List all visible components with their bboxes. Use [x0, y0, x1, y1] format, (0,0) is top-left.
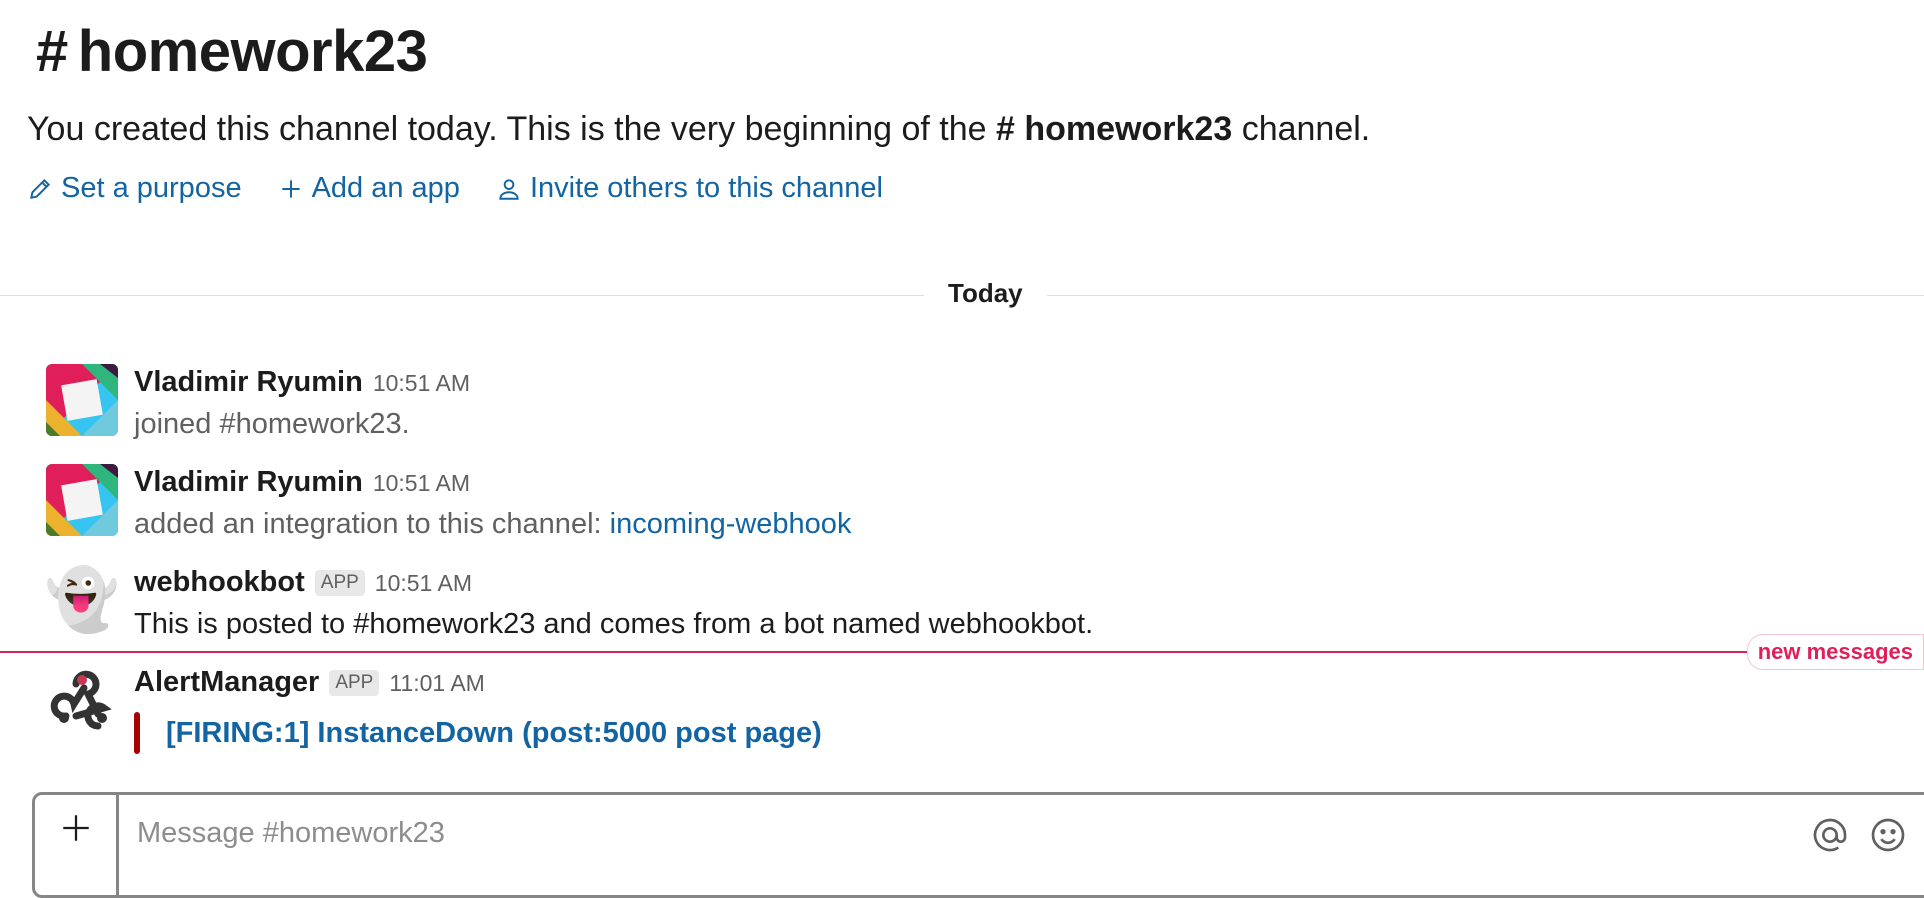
channel-actions: Set a purpose Add an app Invite others t… [27, 172, 883, 205]
avatar[interactable] [46, 364, 118, 436]
message-text-prefix: added an integration to this channel: [134, 508, 602, 540]
channel-title: # homework23 [36, 18, 428, 85]
message-text: added an integration to this channel: in… [134, 508, 851, 541]
ghost-icon: 👻 [46, 566, 118, 633]
slack-default-avatar-icon [46, 364, 118, 436]
timestamp[interactable]: 11:01 AM [389, 670, 484, 697]
avatar[interactable]: 👻 [46, 564, 118, 636]
user-icon [499, 178, 519, 200]
plus-icon [281, 179, 300, 198]
add-app-button[interactable]: Add an app [278, 172, 460, 205]
app-badge: APP [314, 570, 365, 596]
set-purpose-button[interactable]: Set a purpose [27, 172, 242, 205]
avatar[interactable] [46, 664, 118, 736]
avatar[interactable] [46, 464, 118, 536]
attachment-title-link[interactable]: [FIRING:1] InstanceDown (post:5000 post … [166, 717, 822, 750]
message-text: joined #homework23. [134, 408, 410, 440]
new-messages-divider [0, 651, 1924, 653]
timestamp[interactable]: 10:51 AM [373, 470, 470, 497]
attach-button[interactable] [35, 795, 119, 895]
invite-label: Invite others to this channel [529, 172, 883, 204]
alert-attachment: [FIRING:1] InstanceDown (post:5000 post … [134, 712, 822, 754]
emoji-icon[interactable] [1868, 815, 1908, 855]
message-input[interactable]: Message #homework23 [137, 817, 1737, 850]
sender-name[interactable]: AlertManager [134, 666, 319, 699]
sender-name[interactable]: Vladimir Ryumin [134, 366, 363, 399]
pencil-icon [30, 178, 51, 199]
mention-icon[interactable] [1810, 815, 1850, 855]
attachment-color-bar [134, 712, 140, 754]
intro-suffix: channel. [1241, 110, 1371, 148]
message-composer: Message #homework23 [32, 792, 1924, 898]
sender-name[interactable]: webhookbot [134, 566, 305, 599]
plus-icon [62, 815, 89, 841]
timestamp[interactable]: 10:51 AM [375, 570, 472, 597]
webhook-icon [50, 670, 112, 730]
channel-hash: # [36, 19, 68, 84]
day-divider-label: Today [924, 278, 1047, 309]
app-badge: APP [329, 670, 380, 696]
intro-channel-ref: # homework23 [996, 110, 1233, 148]
sender-name[interactable]: Vladimir Ryumin [134, 466, 363, 499]
set-purpose-label: Set a purpose [61, 172, 242, 204]
timestamp[interactable]: 10:51 AM [373, 370, 470, 397]
composer-icons [1810, 815, 1908, 855]
invite-button[interactable]: Invite others to this channel [496, 172, 883, 205]
message-text: This is posted to #homework23 and comes … [134, 608, 1094, 640]
add-app-label: Add an app [311, 172, 460, 204]
channel-name: homework23 [77, 19, 428, 84]
new-messages-label[interactable]: new messages [1746, 634, 1924, 670]
intro-text: You created this channel today. This is … [27, 110, 987, 148]
integration-link[interactable]: incoming-webhook [610, 508, 852, 540]
slack-default-avatar-icon [46, 464, 118, 536]
channel-intro: You created this channel today. This is … [27, 110, 1370, 149]
